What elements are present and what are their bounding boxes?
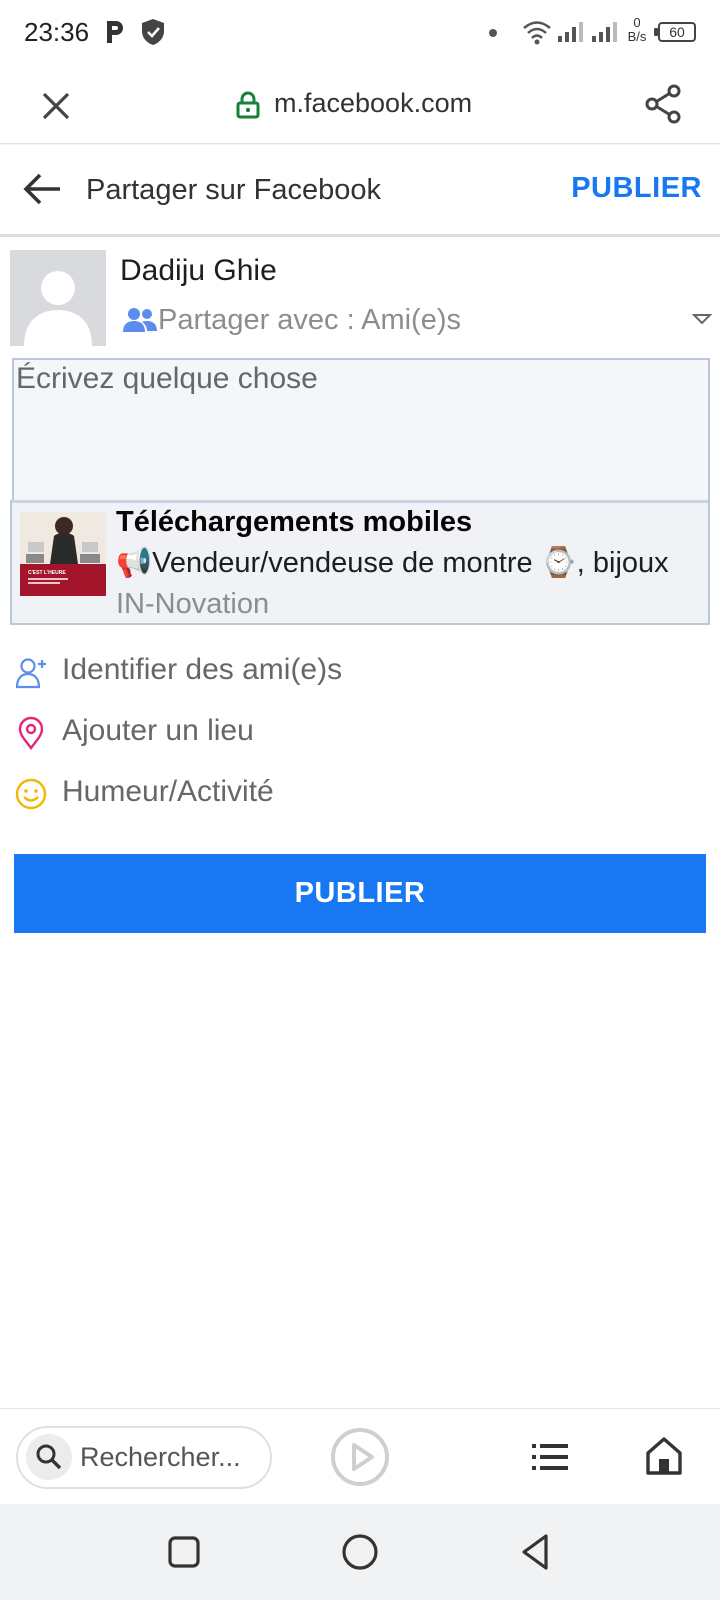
recent-apps-icon[interactable] [166, 1534, 202, 1570]
home-circle-icon[interactable] [340, 1532, 380, 1572]
card-title: Téléchargements mobiles [116, 506, 473, 538]
caret-down-icon [692, 314, 712, 325]
home-icon [646, 1437, 682, 1475]
video-play-button[interactable] [330, 1427, 390, 1487]
add-friend-icon [15, 658, 46, 689]
shared-link-card[interactable]: C'EST L'HEURE Téléchargements mobiles 📢V… [10, 500, 710, 625]
back-arrow-icon [23, 173, 60, 205]
status-time: 23:36 [24, 17, 90, 47]
wifi-icon [523, 21, 551, 45]
page-title: Partager sur Facebook [86, 174, 381, 206]
friends-icon [123, 308, 157, 332]
close-button[interactable] [34, 84, 78, 128]
user-name: Dadiju Ghie [120, 254, 277, 287]
add-location-label: Ajouter un lieu [62, 714, 254, 747]
post-placeholder: Écrivez quelque chose [16, 362, 318, 395]
svg-text:C'EST L'HEURE: C'EST L'HEURE [28, 570, 66, 576]
card-source: IN-Novation [116, 588, 270, 620]
audience-selector[interactable]: Partager avec : Ami(e)s [122, 302, 712, 342]
share-icon [645, 84, 681, 124]
divider [12, 500, 708, 503]
default-avatar-icon [10, 250, 106, 346]
browser-url-bar: m.facebook.com [0, 66, 720, 144]
smiley-icon [15, 778, 47, 810]
search-placeholder: Rechercher... [80, 1442, 241, 1472]
signal-icon [592, 22, 617, 42]
share-button[interactable] [642, 82, 686, 126]
url-text[interactable]: m.facebook.com [274, 88, 472, 119]
notification-dot-icon [489, 29, 497, 37]
audience-label: Partager avec : Ami(e)s [158, 304, 461, 336]
tag-friends-option[interactable]: Identifier des ami(e)s [0, 643, 720, 699]
signal-icon [558, 22, 583, 42]
battery-icon: 60 [654, 22, 696, 42]
p-icon [107, 21, 123, 43]
publish-button[interactable]: PUBLIER [14, 854, 706, 933]
page-header: Partager sur Facebook PUBLIER [0, 145, 720, 237]
search-icon [36, 1444, 62, 1470]
feeling-activity-option[interactable]: Humeur/Activité [0, 765, 720, 821]
lock-icon [236, 91, 260, 119]
add-location-option[interactable]: Ajouter un lieu [0, 704, 720, 760]
close-icon [42, 92, 70, 120]
shield-icon [142, 19, 164, 45]
list-menu-icon [532, 1444, 568, 1470]
card-description: 📢Vendeur/vendeuse de montre ⌚, bijoux [116, 547, 669, 579]
tag-friends-label: Identifier des ami(e)s [62, 653, 343, 686]
post-text-input[interactable]: Écrivez quelque chose [12, 358, 710, 500]
header-publish-button[interactable]: PUBLIER [571, 172, 702, 205]
browser-bottom-bar: Rechercher... [0, 1408, 720, 1504]
status-bar: 23:36 0 B/s 60 [0, 0, 720, 66]
back-button[interactable] [18, 165, 66, 213]
network-speed: 0 B/s [627, 15, 647, 44]
search-button[interactable] [26, 1434, 72, 1480]
feeling-activity-label: Humeur/Activité [62, 775, 274, 808]
search-input[interactable]: Rechercher... [16, 1426, 272, 1489]
location-pin-icon [18, 716, 44, 750]
menu-button[interactable] [530, 1439, 570, 1475]
back-triangle-icon[interactable] [516, 1532, 556, 1572]
card-thumbnail: C'EST L'HEURE [20, 512, 106, 596]
system-nav-bar [0, 1504, 720, 1600]
avatar [10, 250, 106, 346]
play-icon [331, 1428, 389, 1486]
home-button[interactable] [644, 1435, 684, 1477]
